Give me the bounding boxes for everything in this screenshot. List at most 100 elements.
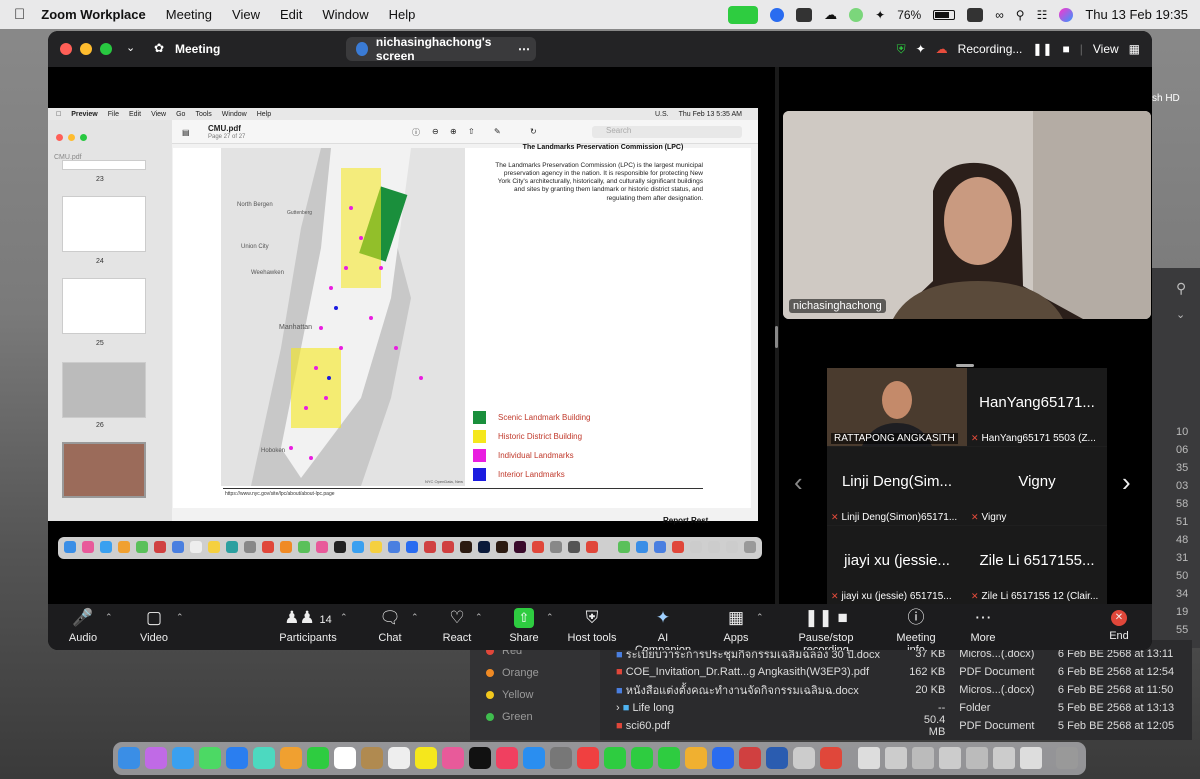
meeting-info-button[interactable]: ⓘ Meeting info: [888, 608, 944, 650]
cloud-icon[interactable]: ☁: [824, 7, 837, 23]
disk-label[interactable]: sh HD: [1152, 93, 1180, 104]
host-shield-icon: ⛨: [585, 608, 599, 627]
chat-button[interactable]: 🗨 Chat: [376, 608, 404, 644]
close-window-button[interactable]: [60, 43, 72, 55]
clock-datetime[interactable]: Thu 13 Feb 19:35: [1085, 7, 1188, 22]
participant-tile[interactable]: Linji Deng(Sim... ✕ Linji Deng(Simon)6517…: [827, 447, 967, 525]
siri-icon[interactable]: [1059, 7, 1074, 22]
apple-icon[interactable]: : [14, 6, 25, 23]
tag-green[interactable]: Green: [470, 706, 600, 728]
menu-help[interactable]: Help: [389, 7, 416, 22]
preview-thumbnail-sidebar: CMU.pdf 23 24 25 26: [48, 120, 172, 521]
react-button[interactable]: ♡ React: [442, 608, 472, 644]
apps-options-chevron[interactable]: ⌃: [756, 612, 764, 623]
file-row[interactable]: ■ หนังสือแต่งตั้งคณะทำงานจัดกิจกรรมเฉลิม…: [600, 681, 1192, 699]
search-field: Search: [592, 126, 742, 138]
lpc-paragraph: The Landmarks Preservation Commission (L…: [495, 162, 703, 202]
share-button[interactable]: ⇧ Share: [508, 608, 540, 644]
file-row[interactable]: ■ COE_Invitation_Dr.Ratt...g Angkasith(W…: [600, 663, 1192, 681]
status-dot-icon[interactable]: [849, 7, 864, 22]
input-source-icon[interactable]: [967, 7, 984, 22]
ai-sparkle-icon[interactable]: ✦: [916, 42, 926, 56]
end-meeting-icon: ✕: [1111, 610, 1127, 626]
finder-search-icon[interactable]: ⚲: [1152, 268, 1200, 308]
shared-menu-item: Tools: [190, 110, 211, 118]
gallery-drag-handle[interactable]: [956, 364, 974, 367]
audio-button[interactable]: 🎤 Audio: [68, 608, 98, 644]
gallery-prev-icon[interactable]: ‹: [794, 467, 803, 498]
view-grid-icon[interactable]: ▦: [1129, 42, 1140, 56]
participant-display-name: Linji Deng(Sim...: [841, 473, 953, 490]
rotate-icon: ↻: [530, 127, 537, 136]
end-button[interactable]: ✕ End: [1108, 608, 1130, 642]
pause-stop-icon: ❚❚ ■: [804, 608, 848, 627]
audio-options-chevron[interactable]: ⌃: [105, 612, 113, 623]
lpc-heading: The Landmarks Preservation Commission (L…: [522, 144, 684, 151]
finder-tags: Red Orange Yellow Green: [470, 640, 600, 740]
shared-menu-item: View: [145, 110, 166, 118]
stop-recording-icon[interactable]: ■: [1062, 42, 1069, 56]
control-center-icon[interactable]: ☷: [1037, 8, 1048, 22]
link-icon[interactable]: ∞: [995, 8, 1004, 22]
disclosure-chevron-icon[interactable]: ›: [616, 702, 620, 714]
legend-item: Interior Landmarks: [473, 465, 591, 484]
zm-status-icon[interactable]: [770, 7, 785, 22]
chevron-down-icon[interactable]: ⌄: [126, 41, 135, 54]
battery-icon[interactable]: [933, 9, 956, 20]
file-row[interactable]: › ■ Life long -- Folder 5 Feb BE 2568 at…: [600, 699, 1192, 717]
participants-button[interactable]: ♟♟ 14 Participants: [278, 608, 338, 644]
finder-chevron-icon[interactable]: ⌄: [1152, 308, 1200, 330]
host-tools-button[interactable]: ⛨ Host tools: [567, 608, 617, 644]
cloud-record-icon: ☁: [935, 42, 948, 56]
meeting-icon: ✿: [154, 41, 165, 55]
video-button[interactable]: ▢ Video: [138, 608, 170, 644]
active-speaker-video[interactable]: nichasinghachong: [783, 111, 1151, 319]
menu-view[interactable]: View: [232, 7, 260, 22]
accessibility-icon[interactable]: ✦: [875, 8, 885, 22]
file-row[interactable]: ■ sci60.pdf 50.4 MB PDF Document 5 Feb B…: [600, 714, 1192, 738]
menu-app-name[interactable]: Zoom Workplace: [41, 7, 146, 22]
recording-label[interactable]: Recording...: [958, 42, 1023, 56]
tag-orange[interactable]: Orange: [470, 662, 600, 684]
menu-meeting[interactable]: Meeting: [166, 7, 212, 22]
share-options-chevron[interactable]: ⌃: [546, 612, 554, 623]
preview-toolbar: ▤ CMU.pdf Page 27 of 27 ⓘ ⊖ ⊕ ⇧ ✎ ↻ Sear…: [172, 120, 758, 144]
zoom-meeting-window: ⌄ ✿ Meeting nichasinghachong's screen ⋯ …: [48, 31, 1152, 650]
gallery-next-icon[interactable]: ›: [1122, 467, 1131, 498]
participants-options-chevron[interactable]: ⌃: [340, 612, 348, 623]
chat-options-chevron[interactable]: ⌃: [411, 612, 419, 623]
shared-menu-app: Preview: [66, 110, 97, 118]
info-icon: ⓘ: [412, 128, 420, 137]
menu-window[interactable]: Window: [322, 7, 368, 22]
participant-tile[interactable]: jiayi xu (jessie... ✕ jiayi xu (jessie) 6…: [827, 526, 967, 604]
more-button[interactable]: ⋯ More: [968, 608, 998, 644]
participant-tile[interactable]: Zile Li 6517155... ✕ Zile Li 6517155 12 (…: [967, 526, 1107, 604]
side-time: 03: [1176, 480, 1189, 492]
zoom-video-status-icon[interactable]: [728, 5, 759, 24]
participant-tile[interactable]: RATTAPONG ANGKASITH: [827, 368, 967, 446]
splitter-handle[interactable]: [775, 326, 778, 348]
menu-edit[interactable]: Edit: [280, 7, 302, 22]
search-icon[interactable]: ⚲: [1016, 8, 1025, 22]
pause-stop-recording-button[interactable]: ❚❚ ■ Pause/stop recording: [778, 608, 874, 650]
more-options-icon[interactable]: ⋯: [518, 42, 530, 56]
participant-tile[interactable]: HanYang65171... ✕ HanYang65171 5503 (Z...: [967, 368, 1107, 446]
fullscreen-window-button[interactable]: [100, 43, 112, 55]
preview-close-button: [56, 134, 63, 141]
apps-button[interactable]: ▦ Apps: [722, 608, 750, 644]
shield-icon[interactable]: ⛨: [897, 42, 906, 57]
view-button[interactable]: View: [1093, 42, 1119, 56]
tag-yellow[interactable]: Yellow: [470, 684, 600, 706]
map-label: North Bergen: [237, 202, 273, 208]
app-status-icon[interactable]: [796, 7, 813, 22]
minimize-window-button[interactable]: [80, 43, 92, 55]
participant-tile[interactable]: Vigny ✕ Vigny: [967, 447, 1107, 525]
ai-companion-button[interactable]: ✦ AI Companion: [631, 608, 695, 650]
screen-share-pill[interactable]: nichasinghachong's screen ⋯: [346, 35, 536, 63]
participant-display-name: HanYang65171...: [979, 394, 1095, 411]
pause-recording-icon[interactable]: ❚❚: [1032, 42, 1052, 56]
react-options-chevron[interactable]: ⌃: [475, 612, 483, 623]
video-options-chevron[interactable]: ⌃: [176, 612, 184, 623]
menu-bar:  Zoom Workplace Meeting View Edit Windo…: [0, 0, 1200, 29]
participant-name: RATTAPONG ANGKASITH: [831, 433, 958, 444]
